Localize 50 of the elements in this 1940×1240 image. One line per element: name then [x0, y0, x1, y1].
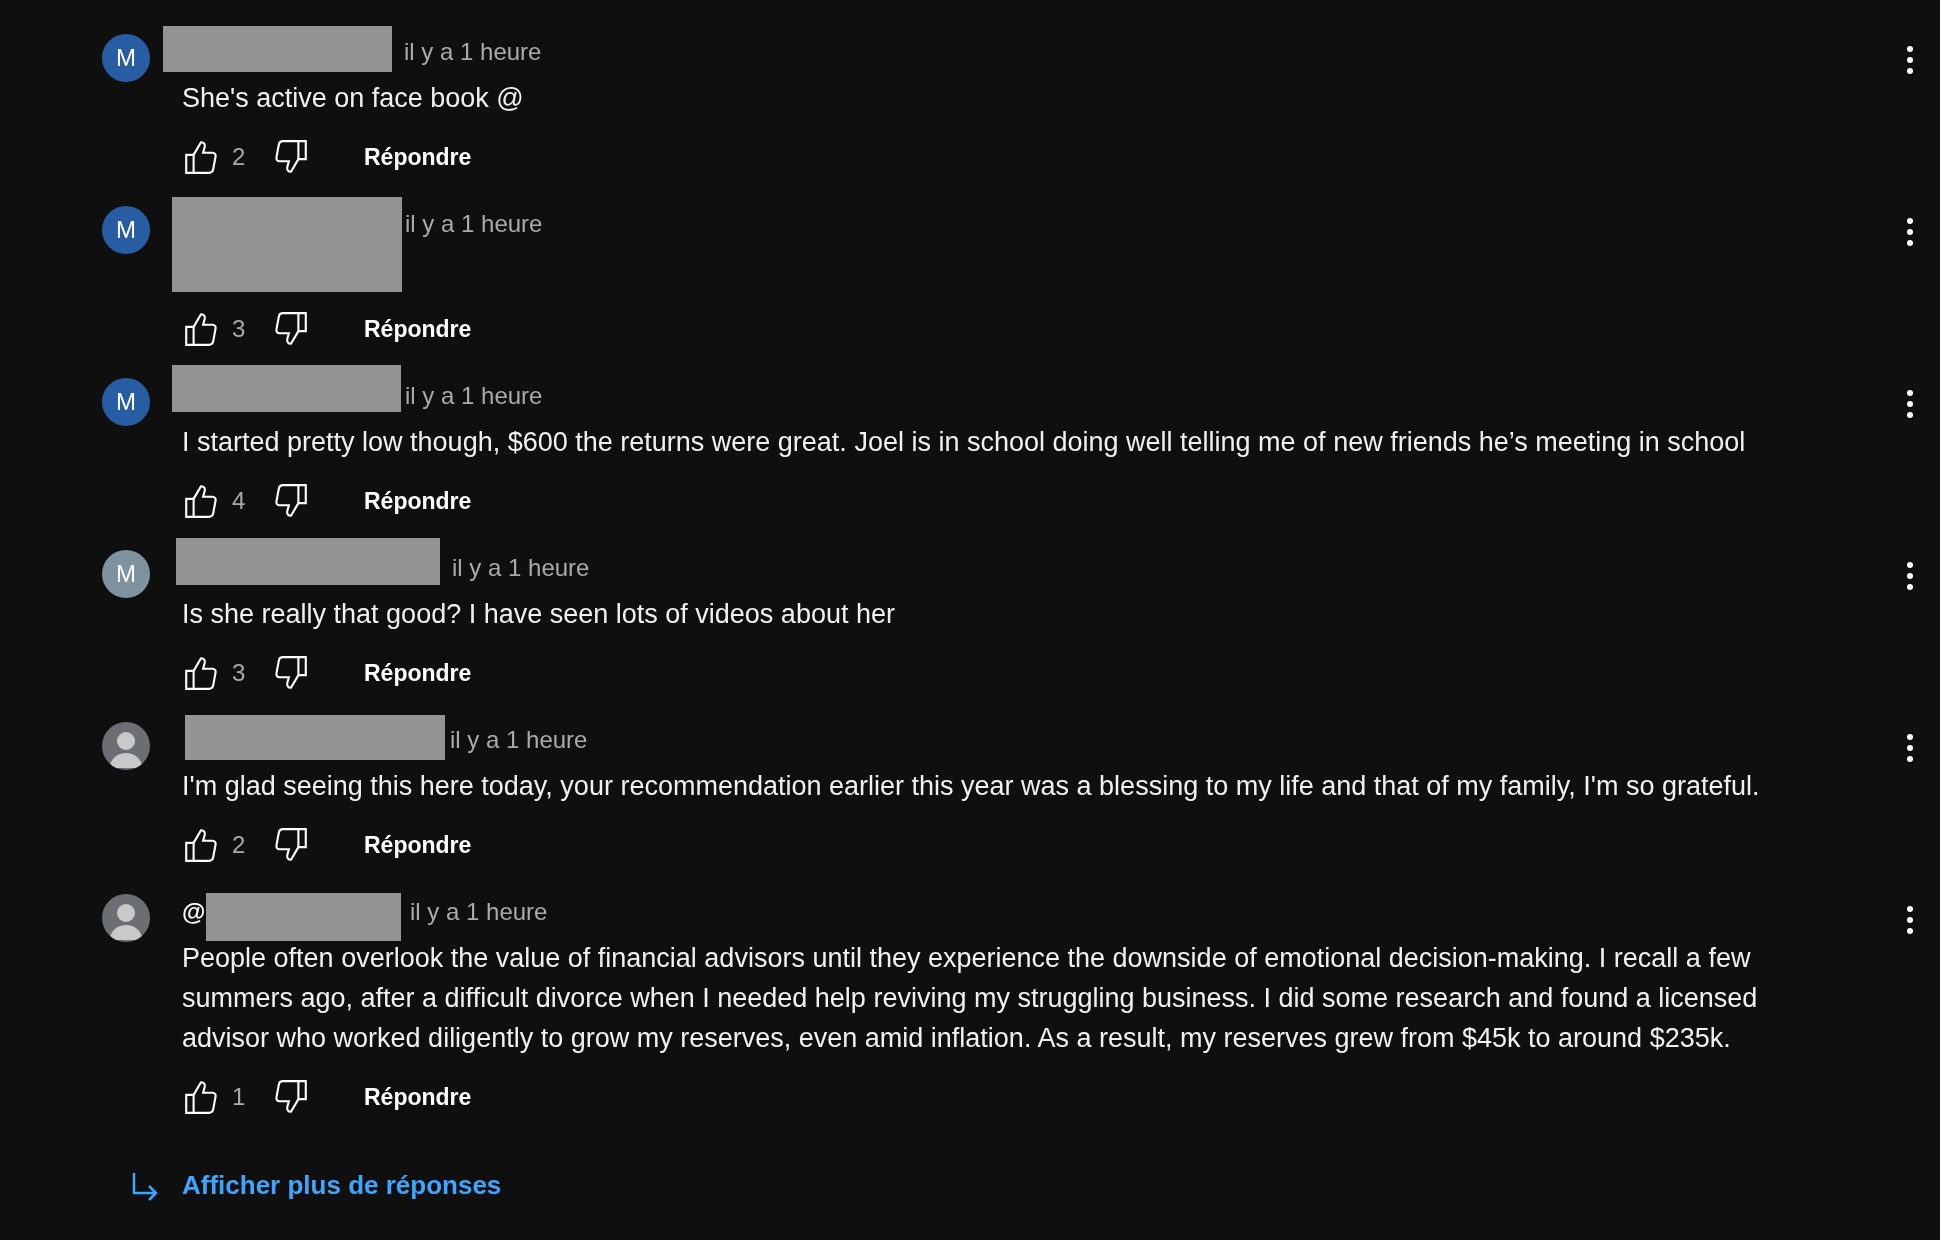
- comment-text: Is she really that good? I have seen lots of videos about her: [182, 598, 896, 631]
- reply-arrow-icon[interactable]: [130, 1170, 160, 1201]
- reply-button[interactable]: Répondre: [364, 655, 472, 691]
- comment-text: I started pretty low though, $600 the returns were great. Joel is in school doing well telling me of new friends he’s meeting in school: [182, 426, 1747, 459]
- more-options-icon[interactable]: [1906, 906, 1914, 934]
- avatar-silhouette: [102, 722, 150, 770]
- comment-text: People often overlook the value of financial advisors until they experience the downside of emotional decision-making. I recall a few summers ago, after a difficult divorce when I needed help reviving my struggling business. I did some research and found a licensed advisor who worked diligently to grow my reserves, even amid inflation. As a result, my reserves grew from $45k to around $235k.: [182, 942, 1759, 1055]
- reply-button[interactable]: Répondre: [364, 311, 472, 347]
- more-options-icon[interactable]: [1906, 734, 1914, 762]
- like-count: 4: [232, 486, 247, 516]
- thumbs-up-icon[interactable]: [182, 482, 220, 520]
- comment-time: il y a 1 heure: [405, 381, 543, 411]
- avatar: M: [102, 550, 150, 598]
- comment-time: il y a 1 heure: [410, 897, 548, 927]
- like-count: 3: [232, 658, 247, 688]
- like-count: 3: [232, 314, 247, 344]
- comment-time: il y a 1 heure: [452, 553, 590, 583]
- comment-text: She's active on face book @: [182, 82, 525, 115]
- thumbs-up-icon[interactable]: [182, 1078, 220, 1116]
- author-name[interactable]: @: [182, 894, 206, 930]
- avatar: M: [102, 206, 150, 254]
- thumbs-down-icon[interactable]: [272, 826, 310, 864]
- comment-text: I'm glad seeing this here today, your recommendation earlier this year was a blessing to my life and that of my family, I'm so grateful.: [182, 770, 1761, 803]
- avatar-silhouette: [102, 894, 150, 942]
- thumbs-down-icon[interactable]: [272, 654, 310, 692]
- thumbs-down-icon[interactable]: [272, 482, 310, 520]
- thumbs-down-icon[interactable]: [272, 310, 310, 348]
- comment-time: il y a 1 heure: [405, 209, 543, 239]
- like-count: 2: [232, 142, 247, 172]
- thumbs-up-icon[interactable]: [182, 826, 220, 864]
- more-options-icon[interactable]: [1906, 46, 1914, 74]
- thumbs-up-icon[interactable]: [182, 654, 220, 692]
- avatar: M: [102, 378, 150, 426]
- more-options-icon[interactable]: [1906, 218, 1914, 246]
- more-options-icon[interactable]: [1906, 390, 1914, 418]
- reply-button[interactable]: Répondre: [364, 483, 472, 519]
- reply-button[interactable]: Répondre: [364, 827, 472, 863]
- thumbs-up-icon[interactable]: [182, 138, 220, 176]
- reply-button[interactable]: Répondre: [364, 139, 472, 175]
- thumbs-down-icon[interactable]: [272, 1078, 310, 1116]
- comment-time: il y a 1 heure: [450, 725, 588, 755]
- avatar: M: [102, 34, 150, 82]
- more-options-icon[interactable]: [1906, 562, 1914, 590]
- thumbs-down-icon[interactable]: [272, 138, 310, 176]
- like-count: 1: [232, 1082, 247, 1112]
- like-count: 2: [232, 830, 247, 860]
- reply-button[interactable]: Répondre: [364, 1079, 472, 1115]
- show-more-replies-link[interactable]: Afficher plus de réponses: [182, 1166, 502, 1205]
- thumbs-up-icon[interactable]: [182, 310, 220, 348]
- comment-time: il y a 1 heure: [404, 37, 542, 67]
